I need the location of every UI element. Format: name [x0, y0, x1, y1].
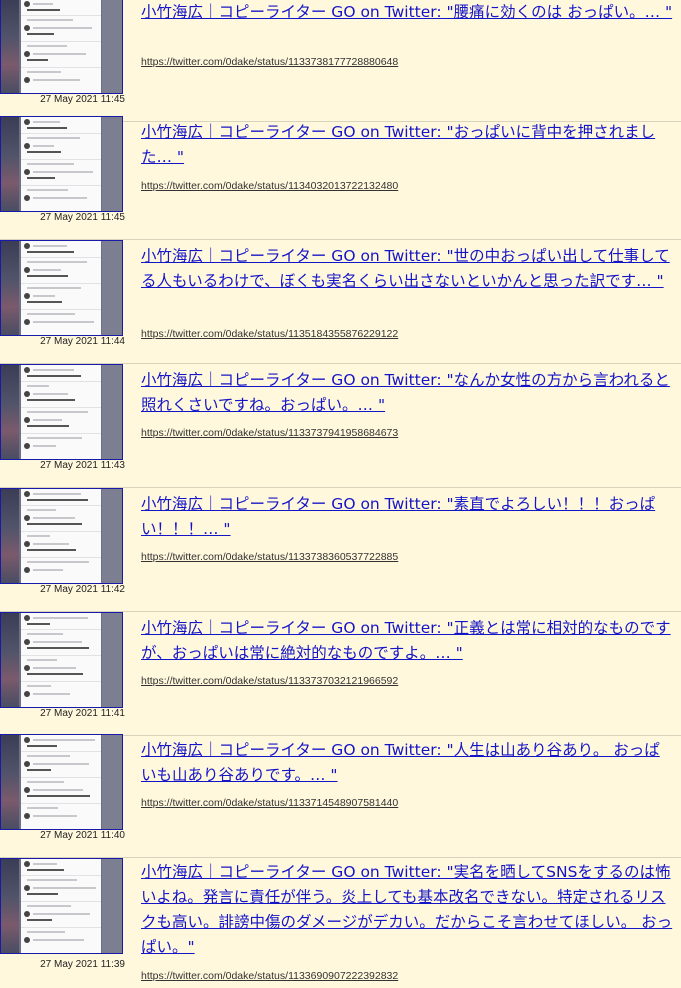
tweet-screenshot-thumbnail[interactable]: [0, 364, 123, 460]
item-url-link[interactable]: https://twitter.com/0dake/status/1133690…: [141, 970, 398, 982]
saved-date: 27 May 2021 11:41: [40, 708, 125, 719]
saved-date: 27 May 2021 11:45: [40, 212, 125, 223]
item-title-link[interactable]: 小竹海広｜コピーライター GO on Twitter: "なんか女性の方から言わ…: [141, 368, 673, 418]
tweet-screenshot-thumbnail[interactable]: [0, 612, 123, 708]
item-title-link[interactable]: 小竹海広｜コピーライター GO on Twitter: "人生は山あり谷あり。 …: [141, 738, 673, 788]
item-url-link[interactable]: https://twitter.com/0dake/status/1133737…: [141, 675, 398, 687]
item-url-link[interactable]: https://twitter.com/0dake/status/1133738…: [141, 551, 398, 563]
item-url-link[interactable]: https://twitter.com/0dake/status/1133737…: [141, 427, 398, 439]
saved-date: 27 May 2021 11:43: [40, 460, 125, 471]
saved-date: 27 May 2021 11:44: [40, 336, 125, 347]
list-item: 27 May 2021 11:42 小竹海広｜コピーライター GO on Twi…: [0, 488, 681, 612]
saved-date: 27 May 2021 11:39: [40, 959, 125, 970]
list-item: 27 May 2021 11:45 小竹海広｜コピーライター GO on Twi…: [0, 116, 681, 240]
list-item: 27 May 2021 11:45 小竹海広｜コピーライター GO on Twi…: [0, 0, 681, 122]
list-item: 27 May 2021 11:43 小竹海広｜コピーライター GO on Twi…: [0, 364, 681, 488]
item-url-link[interactable]: https://twitter.com/0dake/status/1134032…: [141, 180, 398, 192]
list-item: 27 May 2021 11:44 小竹海広｜コピーライター GO on Twi…: [0, 240, 681, 364]
item-title-link[interactable]: 小竹海広｜コピーライター GO on Twitter: "世の中おっぱい出して仕…: [141, 244, 673, 294]
tweet-screenshot-thumbnail[interactable]: [0, 858, 123, 954]
saved-date: 27 May 2021 11:42: [40, 584, 125, 595]
saved-date: 27 May 2021 11:40: [40, 830, 125, 841]
item-title-link[interactable]: 小竹海広｜コピーライター GO on Twitter: "素直でよろしい！！！お…: [141, 492, 673, 542]
list-item: 27 May 2021 11:39 小竹海広｜コピーライター GO on Twi…: [0, 858, 681, 988]
tweet-screenshot-thumbnail[interactable]: [0, 240, 123, 336]
tweet-screenshot-thumbnail[interactable]: [0, 0, 123, 94]
item-url-link[interactable]: https://twitter.com/0dake/status/1133714…: [141, 797, 398, 809]
item-url-link[interactable]: https://twitter.com/0dake/status/1133738…: [141, 56, 398, 68]
item-title-link[interactable]: 小竹海広｜コピーライター GO on Twitter: "腰痛に効くのは おっぱ…: [141, 0, 673, 25]
list-item: 27 May 2021 11:40 小竹海広｜コピーライター GO on Twi…: [0, 734, 681, 858]
item-title-link[interactable]: 小竹海広｜コピーライター GO on Twitter: "おっぱいに背中を押され…: [141, 120, 673, 170]
saved-date: 27 May 2021 11:45: [40, 94, 125, 105]
tweet-screenshot-thumbnail[interactable]: [0, 734, 123, 830]
item-title-link[interactable]: 小竹海広｜コピーライター GO on Twitter: "実名を晒してSNSをす…: [141, 860, 673, 960]
item-url-link[interactable]: https://twitter.com/0dake/status/1135184…: [141, 328, 398, 340]
list-item: 27 May 2021 11:41 小竹海広｜コピーライター GO on Twi…: [0, 612, 681, 736]
item-title-link[interactable]: 小竹海広｜コピーライター GO on Twitter: "正義とは常に相対的なも…: [141, 616, 673, 666]
tweet-screenshot-thumbnail[interactable]: [0, 488, 123, 584]
tweet-screenshot-thumbnail[interactable]: [0, 116, 123, 212]
